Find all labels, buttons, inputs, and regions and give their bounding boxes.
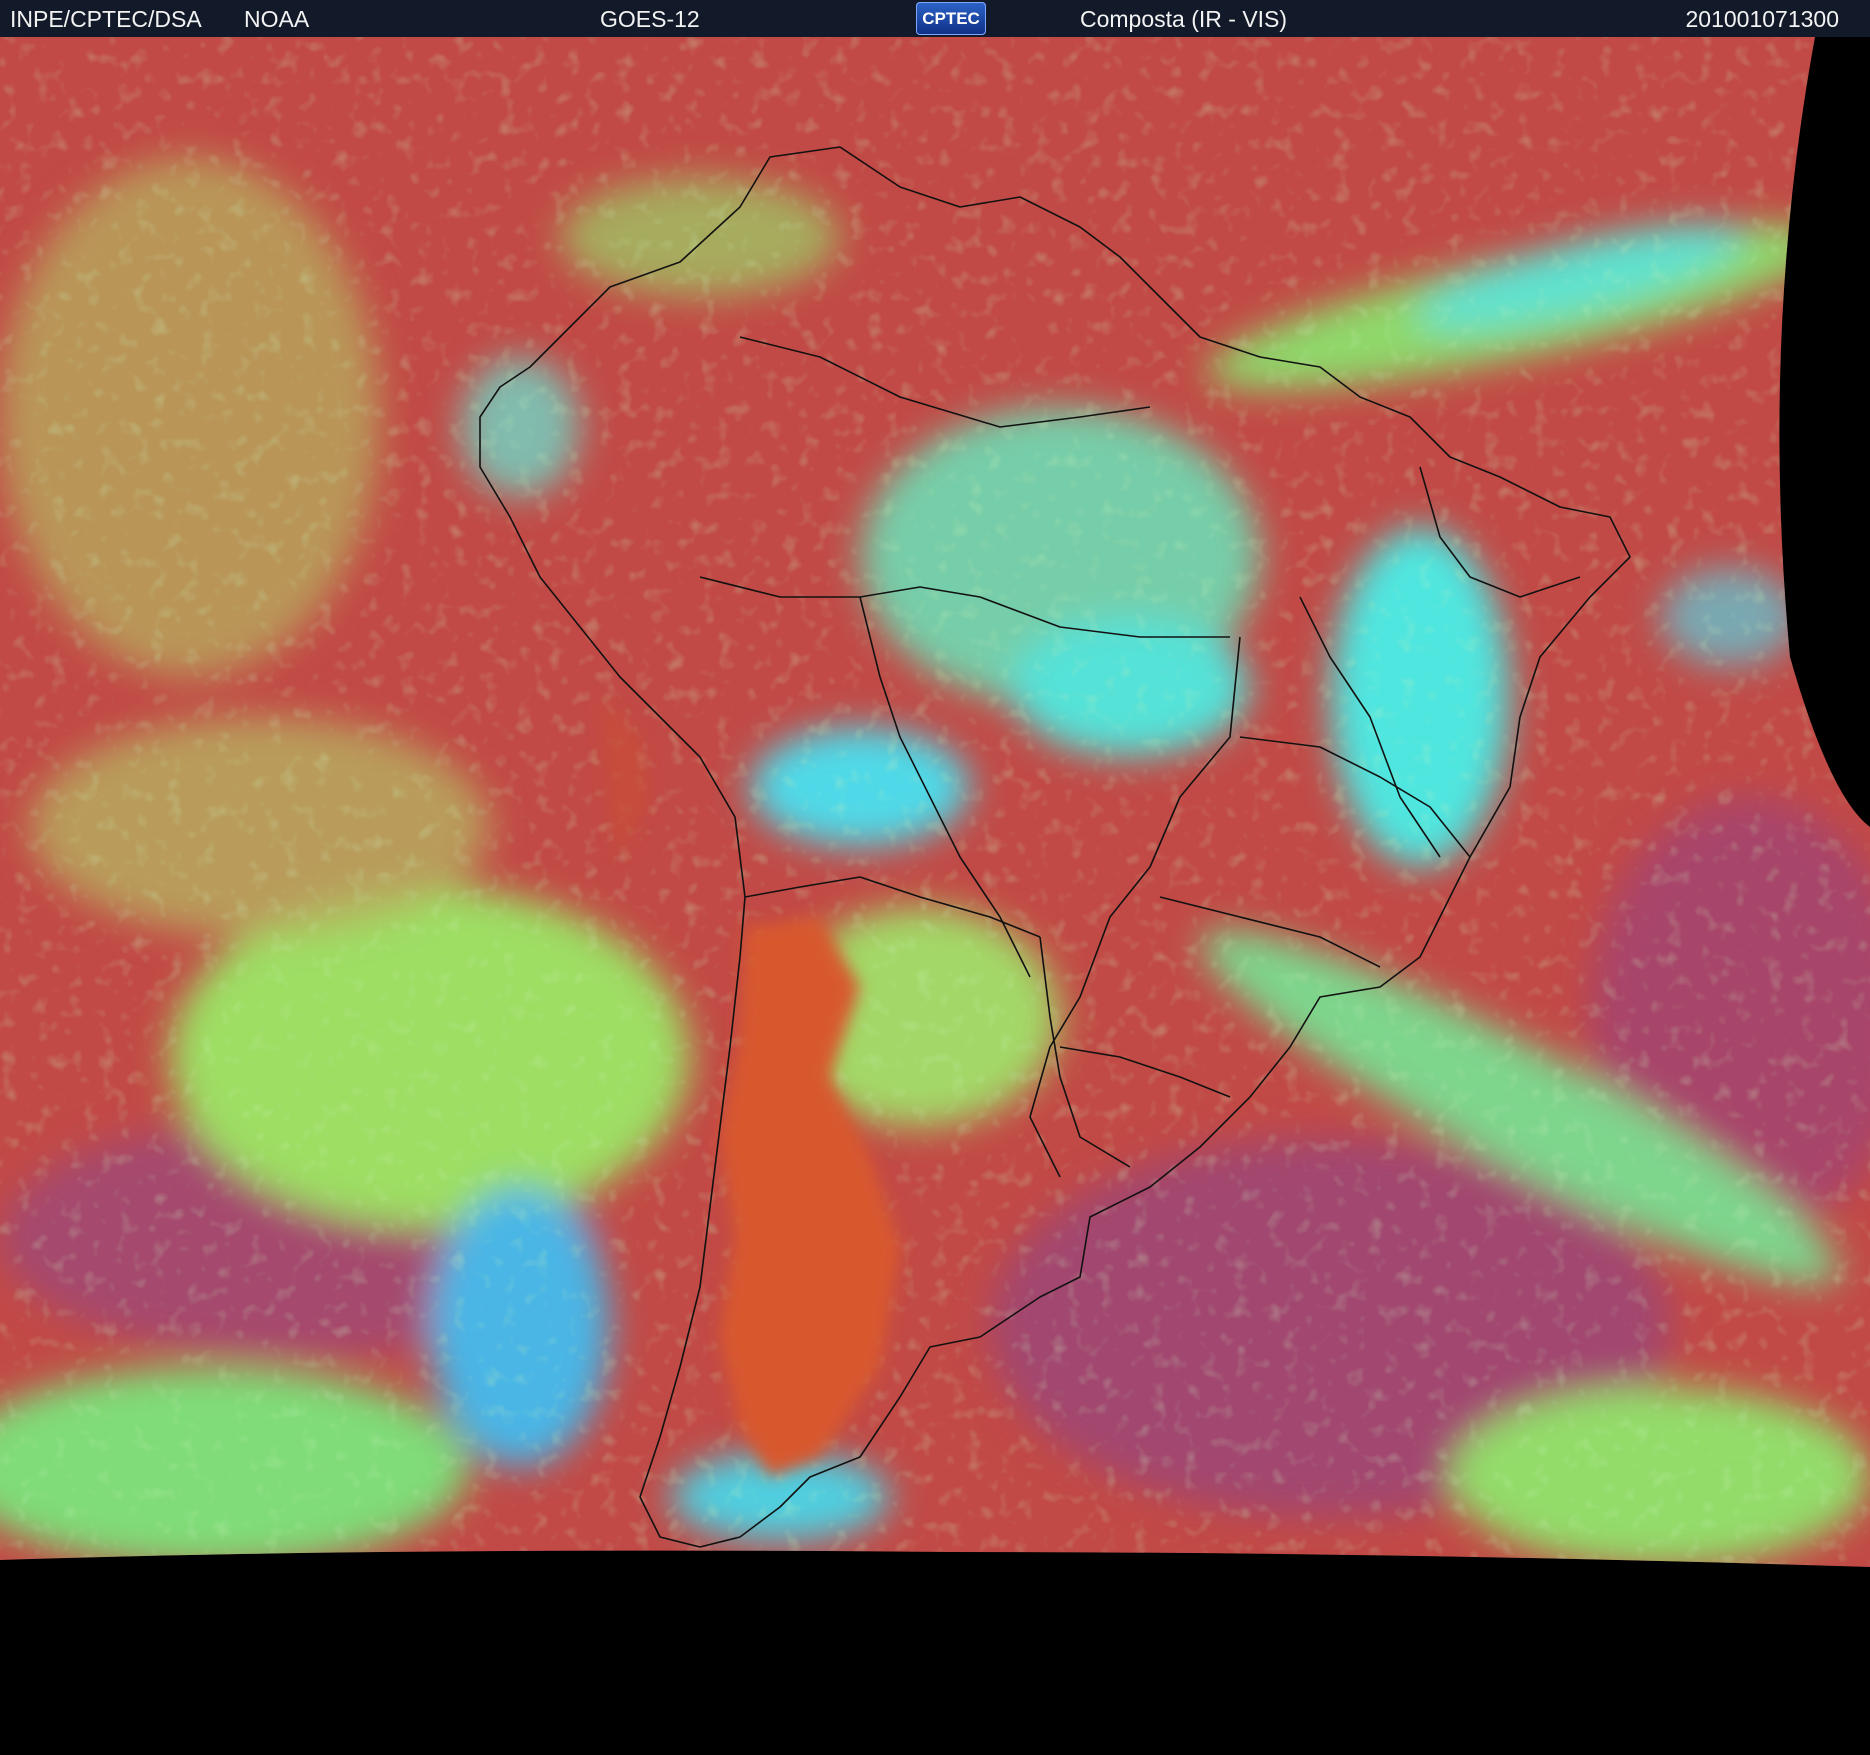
header-bar: INPE/CPTEC/DSA NOAA GOES-12 CPTEC Compos… <box>0 0 1870 37</box>
satellite-label: GOES-12 <box>600 6 700 32</box>
satellite-image <box>0 37 1870 1750</box>
product-label: Composta (IR - VIS) <box>1080 6 1288 32</box>
cloud-texture <box>0 37 1870 1567</box>
cptec-logo-text: CPTEC <box>922 9 980 28</box>
agency-label: NOAA <box>244 6 310 32</box>
cptec-logo: CPTEC <box>916 2 986 35</box>
timestamp-label: 201001071300 <box>1685 6 1840 32</box>
organization-label: INPE/CPTEC/DSA <box>10 6 202 32</box>
earth-disk <box>0 37 1870 1567</box>
